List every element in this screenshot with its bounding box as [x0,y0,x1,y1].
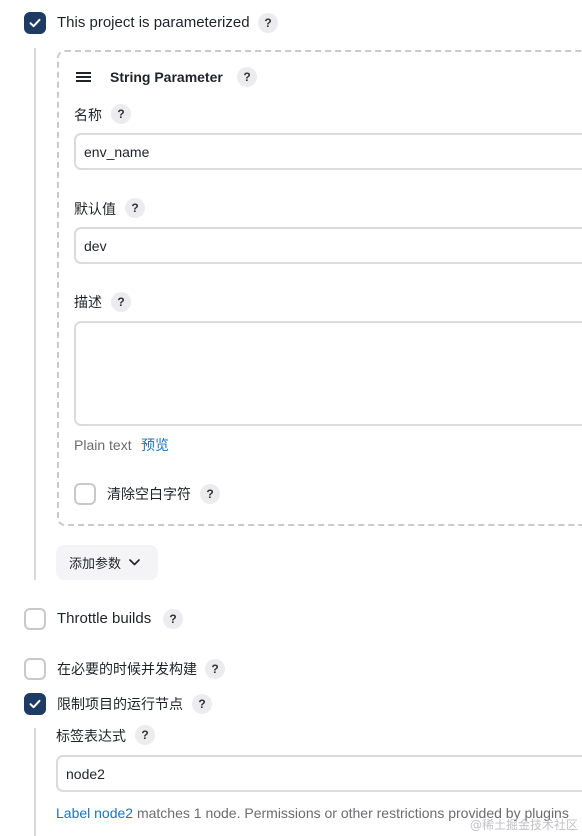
concurrent-checkbox[interactable] [24,658,46,680]
preview-link[interactable]: 预览 [141,435,169,455]
name-input[interactable]: env_name [74,133,582,170]
help-icon[interactable]: ? [237,67,257,87]
parameterized-checkbox[interactable] [24,12,46,34]
trim-checkbox[interactable] [74,483,96,505]
default-value-input[interactable]: dev [74,227,582,264]
help-icon[interactable]: ? [200,484,220,504]
checkmark-icon [29,18,41,28]
label-expression-input[interactable]: node2 [56,755,582,792]
label-node-link[interactable]: Label node2 [56,805,133,821]
label-expression-label: 标签表达式 [56,728,126,744]
help-icon[interactable]: ? [135,725,155,745]
name-field-label: 名称 [74,107,102,123]
description-label: 描述 [74,294,102,310]
default-value-label: 默认值 [74,201,116,217]
restrict-section-line [34,728,36,836]
add-parameter-button[interactable]: 添加参数 [56,545,158,580]
help-icon[interactable]: ? [163,609,183,629]
restrict-node-label: 限制项目的运行节点 [57,696,183,712]
help-icon[interactable]: ? [125,198,145,218]
restrict-node-checkbox[interactable] [24,693,46,715]
parameterized-section-line [34,48,36,580]
description-textarea[interactable] [74,321,582,426]
parameterized-label: This project is parameterized [57,14,250,31]
drag-handle-icon[interactable] [76,72,91,82]
throttle-checkbox[interactable] [24,608,46,630]
help-icon[interactable]: ? [205,659,225,679]
throttle-label: Throttle builds [57,610,152,627]
checkmark-icon [29,699,41,709]
format-label: Plain text [74,437,132,453]
chevron-down-icon [129,559,140,566]
string-parameter-panel [57,50,582,526]
help-icon[interactable]: ? [192,694,212,714]
concurrent-label: 在必要的时候并发构建 [57,661,197,677]
help-icon[interactable]: ? [111,292,131,312]
help-icon[interactable]: ? [111,104,131,124]
watermark: @稀土掘金技术社区 [469,818,578,832]
trim-label: 清除空白字符 [107,486,191,502]
help-icon[interactable]: ? [258,13,278,33]
add-parameter-label: 添加参数 [69,556,122,571]
string-parameter-title: String Parameter [110,69,223,85]
